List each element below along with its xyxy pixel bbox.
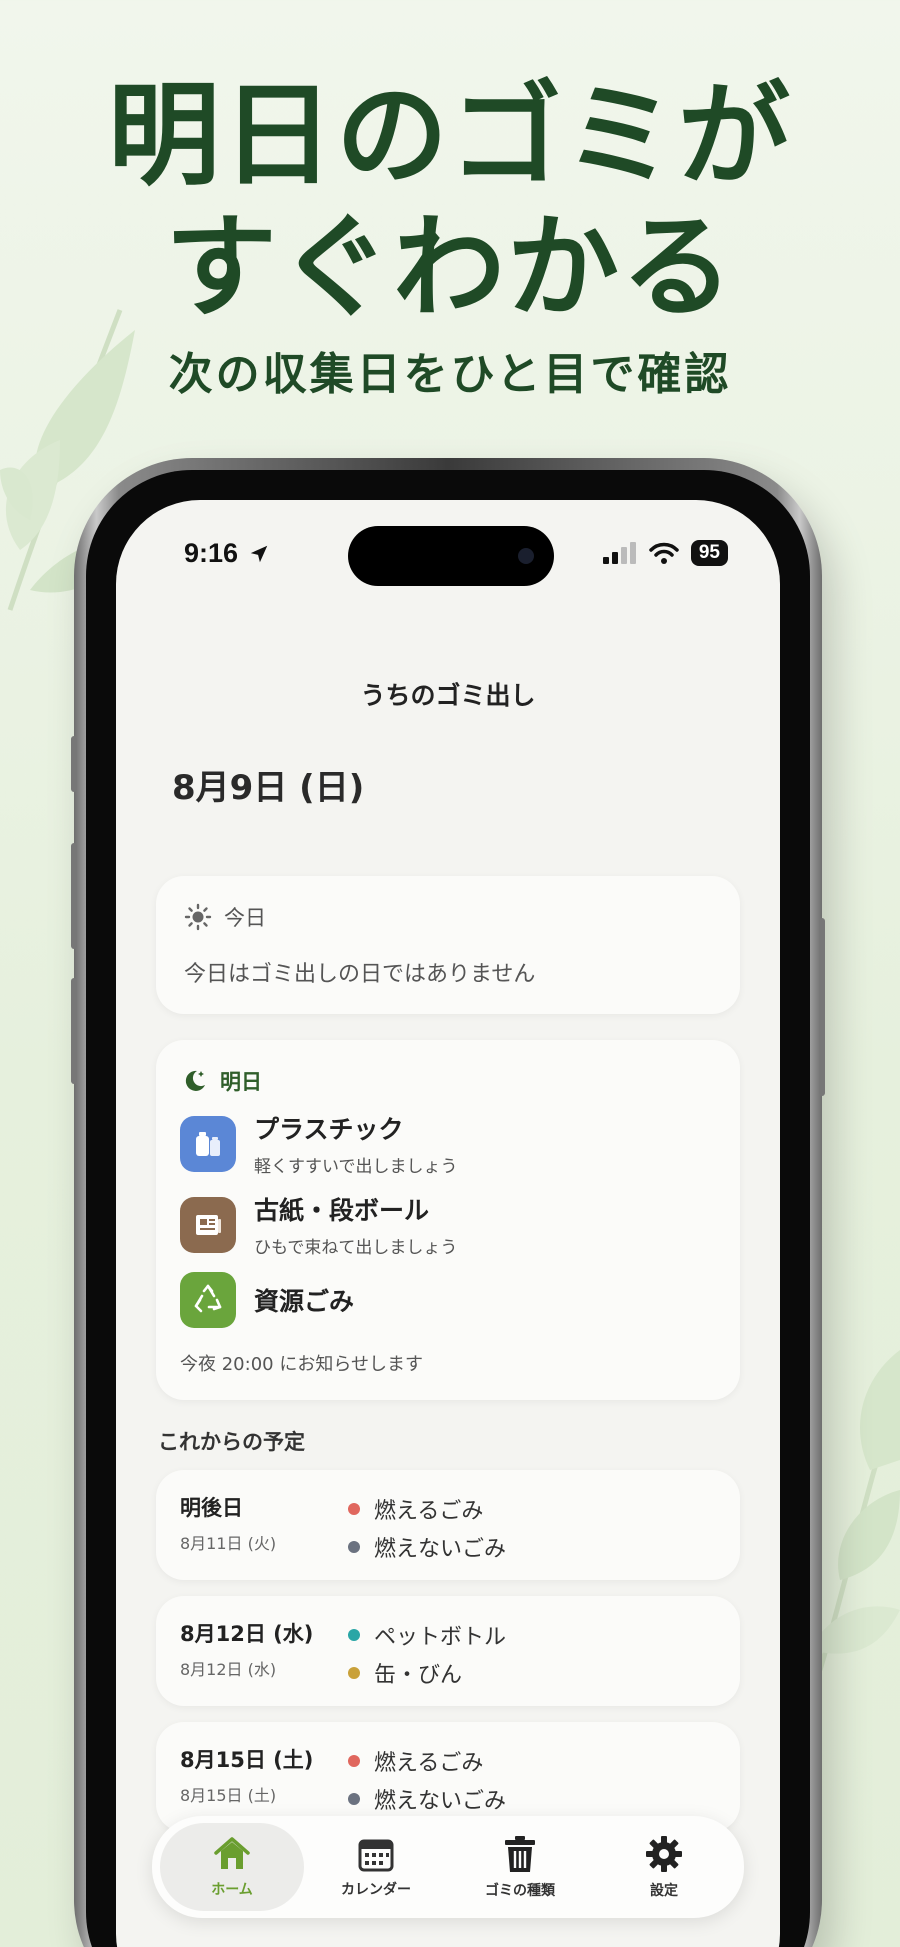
- wifi-icon: [649, 542, 679, 564]
- dynamic-island: [348, 526, 554, 586]
- today-label: 今日: [224, 906, 266, 930]
- tomorrow-item-plastic[interactable]: プラスチック 軽くすすいで出しましょう: [180, 1110, 716, 1177]
- upcoming-day-date: 8月15日 (土): [180, 1786, 277, 1805]
- color-dot: [348, 1667, 360, 1679]
- tab-settings[interactable]: 設定: [592, 1823, 736, 1911]
- upcoming-day-date: 8月11日 (火): [180, 1534, 277, 1553]
- phone-frame: 9:16 95 うちのゴミ出し 8月9日 (日) 今日 今日はゴミ出しの日ではあ…: [71, 458, 825, 1947]
- phone-screen: 9:16 95 うちのゴミ出し 8月9日 (日) 今日 今日はゴミ出しの日ではあ…: [116, 500, 780, 1947]
- cellular-signal-icon: [602, 542, 636, 564]
- tab-trash-types[interactable]: ゴミの種類: [448, 1823, 592, 1911]
- today-card[interactable]: 今日 今日はゴミ出しの日ではありません: [156, 876, 740, 1014]
- tomorrow-label: 明日: [220, 1070, 262, 1094]
- upcoming-section-label: これからの予定: [158, 1430, 305, 1454]
- trash-name: プラスチック: [254, 1115, 404, 1144]
- color-dot: [348, 1629, 360, 1641]
- tab-label: カレンダー: [341, 1882, 411, 1898]
- status-time: 9:16: [184, 538, 270, 569]
- tab-label: 設定: [650, 1883, 678, 1899]
- newspaper-icon: [180, 1196, 236, 1253]
- phone-volume-up-button: [71, 843, 77, 949]
- color-dot: [348, 1755, 360, 1767]
- trash-note: ひもで束ねて出しましょう: [254, 1238, 458, 1258]
- phone-power-button: [819, 918, 825, 1096]
- upcoming-day-card[interactable]: 明後日 8月11日 (火) 燃えるごみ 燃えないごみ: [156, 1470, 740, 1580]
- phone-volume-down-button: [71, 978, 77, 1084]
- color-dot: [348, 1793, 360, 1805]
- upcoming-item: 燃えないごみ: [348, 1782, 506, 1816]
- app-title: うちのゴミ出し: [360, 681, 536, 710]
- notification-note: 今夜 20:00 にお知らせします: [180, 1354, 423, 1375]
- color-dot: [348, 1541, 360, 1553]
- color-dot: [348, 1503, 360, 1515]
- trash-can-icon: [505, 1836, 535, 1872]
- tab-label: ゴミの種類: [485, 1883, 555, 1899]
- upcoming-item: 缶・びん: [348, 1656, 506, 1690]
- upcoming-day-label: 8月12日 (水): [180, 1622, 314, 1646]
- home-icon: [214, 1837, 250, 1869]
- hero-title-line2: すぐわかる: [165, 203, 735, 333]
- date-heading: 8月9日 (日): [172, 768, 365, 808]
- hero-title: 明日のゴミが すぐわかる: [0, 70, 900, 334]
- tomorrow-item-resource[interactable]: 資源ごみ: [180, 1272, 716, 1328]
- moon-icon: [185, 1070, 205, 1091]
- tab-home[interactable]: ホーム: [160, 1823, 304, 1911]
- tab-bar: ホーム カレンダー ゴミの種類 設定: [152, 1816, 744, 1918]
- trash-name: 古紙・段ボール: [254, 1196, 430, 1225]
- tab-label: ホーム: [211, 1882, 253, 1898]
- battery-level: 95: [690, 540, 728, 566]
- sun-icon: [184, 903, 212, 931]
- upcoming-day-card[interactable]: 8月12日 (水) 8月12日 (水) ペットボトル 缶・びん: [156, 1596, 740, 1706]
- location-arrow-icon: [250, 545, 267, 563]
- tab-calendar[interactable]: カレンダー: [304, 1823, 448, 1911]
- trash-name: 資源ごみ: [254, 1287, 355, 1316]
- hero-title-line1: 明日のゴミが: [108, 71, 792, 201]
- upcoming-item: 燃えるごみ: [348, 1744, 506, 1778]
- upcoming-day-label: 8月15日 (土): [180, 1748, 314, 1772]
- gear-icon: [646, 1836, 682, 1872]
- plastic-bottle-icon: [180, 1115, 236, 1172]
- calendar-icon: [358, 1839, 394, 1872]
- upcoming-item: 燃えるごみ: [348, 1492, 506, 1526]
- upcoming-item: ペットボトル: [348, 1618, 506, 1652]
- upcoming-day-label: 明後日: [180, 1496, 243, 1520]
- upcoming-day-date: 8月12日 (水): [180, 1660, 277, 1679]
- today-message: 今日はゴミ出しの日ではありません: [184, 962, 536, 987]
- upcoming-item: 燃えないごみ: [348, 1530, 506, 1564]
- phone-action-button: [71, 736, 77, 792]
- tomorrow-item-paper[interactable]: 古紙・段ボール ひもで束ねて出しましょう: [180, 1191, 716, 1258]
- status-indicators: 95: [602, 540, 728, 566]
- tomorrow-card[interactable]: 明日 プラスチック 軽くすすいで出しましょう 古紙・段ボール ひもで束ねて出しま…: [156, 1040, 740, 1400]
- recycle-icon: [180, 1272, 236, 1328]
- hero-subtitle: 次の収集日をひと目で確認: [168, 349, 732, 400]
- trash-note: 軽くすすいで出しましょう: [254, 1157, 458, 1177]
